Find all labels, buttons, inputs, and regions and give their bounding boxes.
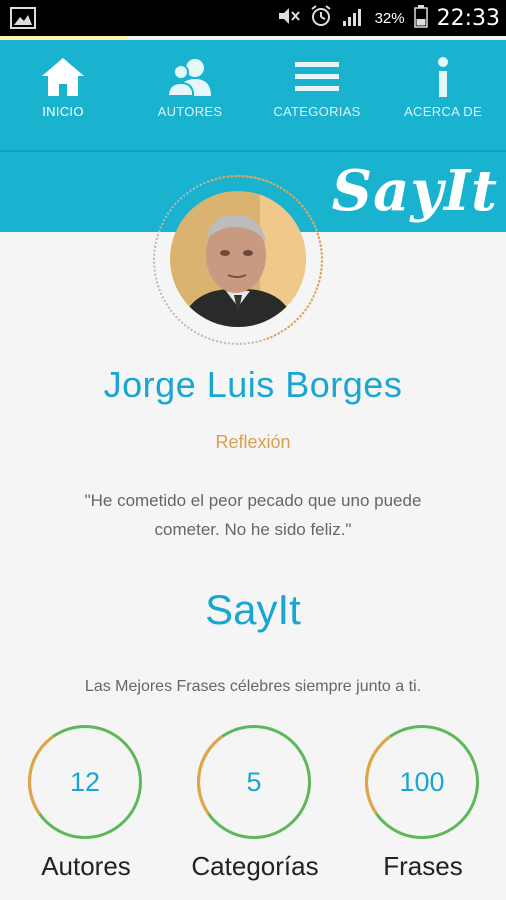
stat-categorias[interactable]: 5 Categorías <box>170 715 340 900</box>
stat-autores-value: 12 <box>69 767 101 797</box>
battery-icon <box>413 4 428 33</box>
stat-autores[interactable]: 12 Autores <box>1 715 171 900</box>
top-navigation: INICIO AUTORES CATEGORIAS ACERCA DE <box>0 40 506 150</box>
info-icon <box>433 56 453 103</box>
home-icon <box>40 56 86 103</box>
menu-icon <box>293 56 341 103</box>
battery-percent: 32% <box>374 9 405 27</box>
stat-frases-label: Frases <box>383 851 463 881</box>
users-icon <box>166 56 213 103</box>
tab-categorias-label: CATEGORIAS <box>273 104 361 119</box>
stat-categorias-label: Categorías <box>191 851 319 881</box>
stat-categorias-value: 5 <box>246 767 262 797</box>
app-title: SayIt <box>205 586 301 633</box>
quote-text: "He cometido el peor pecado que uno pued… <box>84 491 422 539</box>
quote-category[interactable]: Reflexión <box>0 432 506 453</box>
mute-icon <box>276 5 300 32</box>
tab-acerca-de-label: ACERCA DE <box>404 104 482 119</box>
gallery-icon <box>10 7 36 34</box>
status-bar: 32% 22:33 <box>0 0 506 36</box>
stat-autores-label: Autores <box>41 851 131 881</box>
tab-categorias[interactable]: CATEGORIAS <box>254 40 380 150</box>
alarm-icon <box>309 4 333 33</box>
clock: 22:33 <box>436 5 500 31</box>
brand-logo: SayIt <box>331 158 498 224</box>
tab-autores[interactable]: AUTORES <box>127 40 253 150</box>
tab-autores-label: AUTORES <box>157 104 223 119</box>
author-avatar[interactable] <box>170 191 306 327</box>
tab-inicio[interactable]: INICIO <box>0 40 126 150</box>
stat-frases[interactable]: 100 Frases <box>338 715 506 900</box>
tab-acerca-de[interactable]: ACERCA DE <box>380 40 506 150</box>
tab-inicio-label: INICIO <box>42 104 84 119</box>
author-name[interactable]: Jorge Luis Borges <box>0 364 506 406</box>
stat-frases-value: 100 <box>399 767 445 797</box>
signal-icon <box>342 5 366 32</box>
app-tagline: Las Mejores Frases célebres siempre junt… <box>84 678 422 695</box>
